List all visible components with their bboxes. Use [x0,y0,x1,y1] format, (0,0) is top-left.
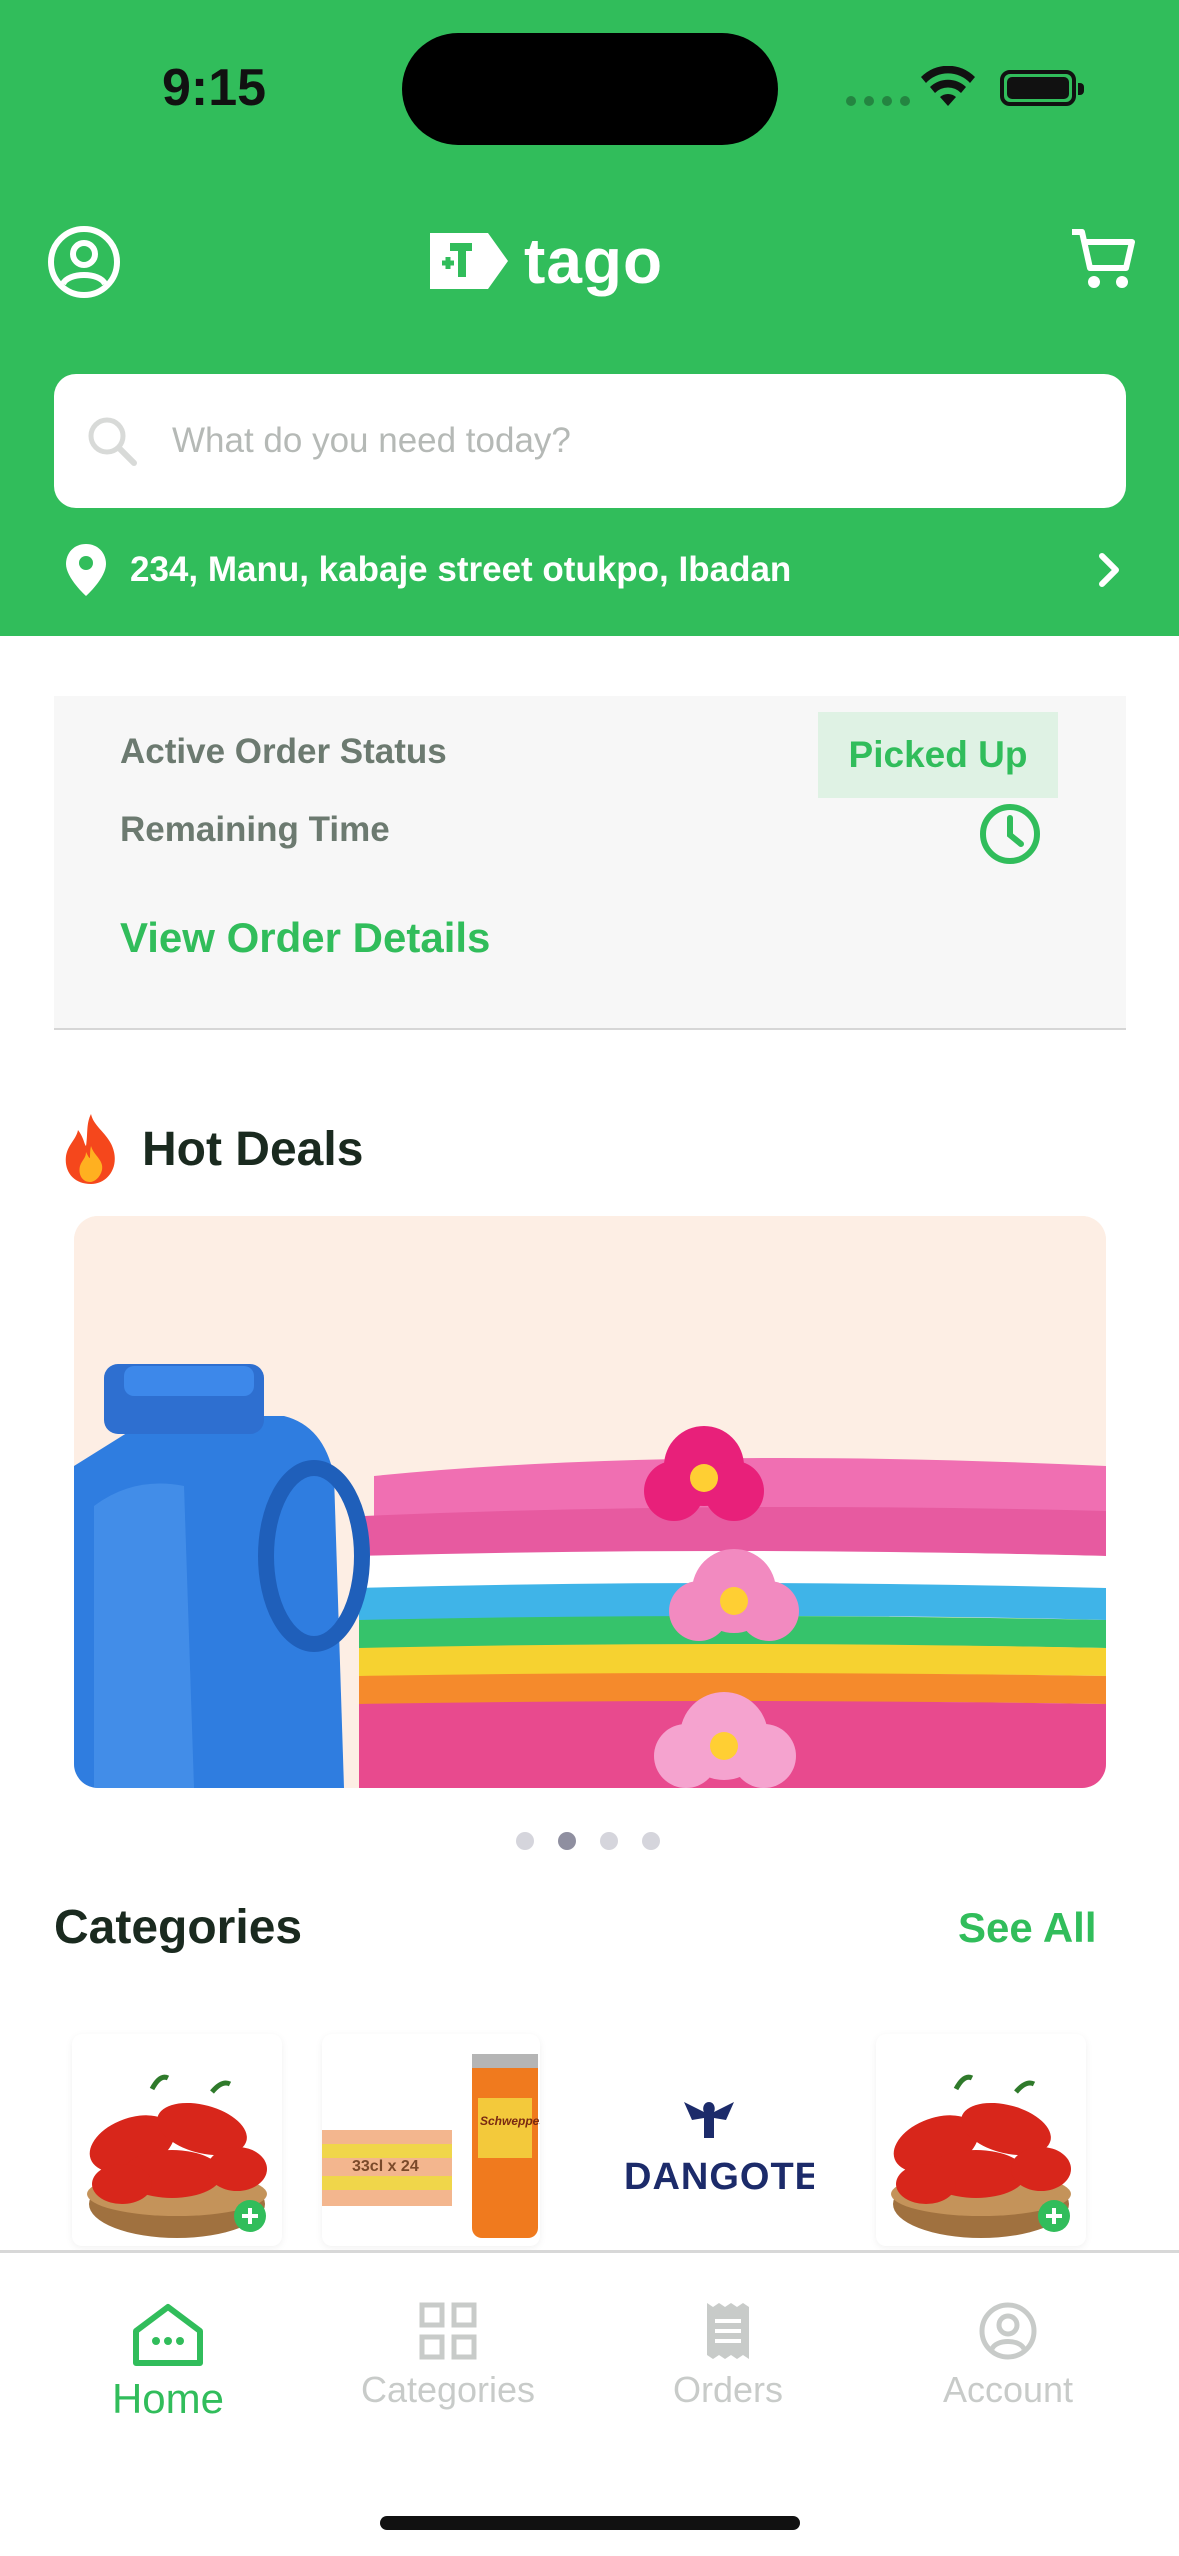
categories-title: Categories [54,1901,303,1954]
wifi-icon [921,66,975,106]
peppers-image [891,2074,1071,2238]
delivery-address[interactable]: 234, Manu, kabaje street otukpo, Ibadan [64,540,1124,600]
schweppes-image [322,2054,538,2238]
dangote-wordmark: DANGOTE [624,2156,814,2198]
tab-account-label: Account [942,2369,1074,2410]
dynamic-island [402,33,778,145]
receipt-icon [707,2303,749,2359]
tago-logo: tago [424,224,663,298]
category-tile-schweppes[interactable]: Schweppes 33cl x 24 [322,2034,540,2246]
carousel-dot-active[interactable] [558,1832,576,1850]
tab-orders[interactable]: Orders [608,2301,848,2411]
peppers-image [87,2074,267,2238]
user-circle-icon [979,2302,1037,2360]
home-icon [133,2304,203,2366]
status-time: 9:15 [162,59,267,117]
dangote-eagle-icon [684,2102,734,2138]
address-text: 234, Manu, kabaje street otukpo, Ibadan [130,550,792,589]
home-indicator[interactable] [380,2516,800,2530]
see-all-link[interactable]: See All [958,1904,1097,1952]
battery-icon [1000,70,1084,106]
order-status-label: Active Order Status [120,732,447,771]
search-bar[interactable] [54,374,1126,508]
status-badge: Picked Up [818,712,1058,798]
clock-icon [980,804,1040,864]
search-icon [88,417,137,466]
hot-deal-banner[interactable] [74,1216,1106,1788]
hot-deals-heading: Hot Deals [58,1112,363,1186]
tab-categories[interactable]: Categories [328,2301,568,2411]
remaining-time-label: Remaining Time [120,810,390,849]
carousel-dot[interactable] [642,1832,660,1850]
hot-deals-title: Hot Deals [142,1122,364,1176]
active-order-card: Active Order Status Picked Up Remaining … [54,696,1126,1030]
schweppes-pack-label: 33cl x 24 [352,2158,419,2175]
search-input[interactable] [172,421,1052,461]
tab-categories-label: Categories [360,2369,536,2410]
cellular-signal-icon [846,96,910,106]
tab-home[interactable]: Home [48,2301,288,2423]
fire-icon [65,1114,115,1184]
cart-icon[interactable] [1068,224,1138,294]
category-tile-peppers-2[interactable] [876,2034,1086,2246]
grid-icon [419,2302,477,2360]
view-order-details-link[interactable]: View Order Details [120,914,490,962]
brand-name: tago [524,225,664,297]
profile-button[interactable] [46,224,122,300]
category-tile-dangote[interactable]: DANGOTE [604,2034,814,2246]
carousel-dots[interactable] [516,1832,660,1850]
bottom-tab-bar: Home Categories Orders Account [0,2250,1179,2556]
tago-logo-icon [430,233,508,289]
banner-image [74,1216,1106,1788]
location-pin-icon [66,544,106,596]
carousel-dot[interactable] [516,1832,534,1850]
carousel-dot[interactable] [600,1832,618,1850]
chevron-right-icon [1099,553,1119,587]
schweppes-brand: Schweppes [480,2114,540,2128]
tab-orders-label: Orders [672,2369,784,2410]
tab-home-label: Home [111,2375,225,2422]
category-tile-peppers[interactable] [72,2034,282,2246]
app-header: 9:15 tago What do you need today? 234, M… [0,0,1179,636]
tab-account[interactable]: Account [888,2301,1128,2411]
